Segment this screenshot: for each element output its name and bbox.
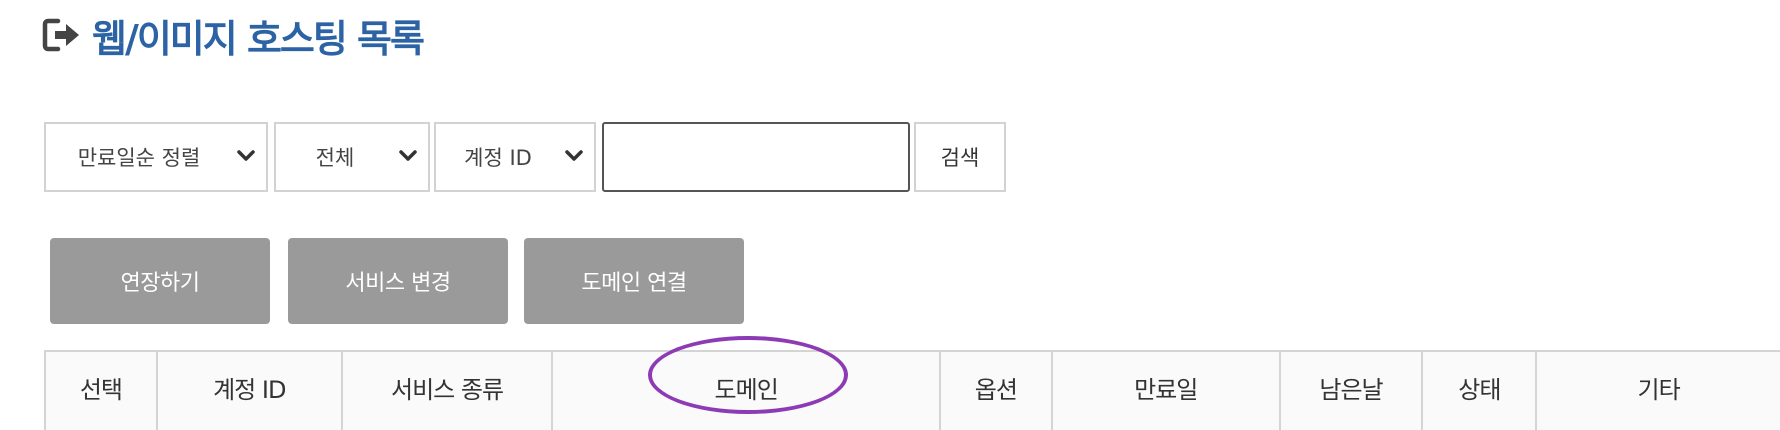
extend-button[interactable]: 연장하기 xyxy=(50,238,270,324)
column-header-select[interactable]: 선택 xyxy=(46,352,158,430)
chevron-down-icon xyxy=(237,150,255,161)
column-header-option[interactable]: 옵션 xyxy=(941,352,1053,430)
change-service-button[interactable]: 서비스 변경 xyxy=(288,238,508,324)
column-header-expiry-date[interactable]: 만료일 xyxy=(1053,352,1281,430)
type-select[interactable]: 전체 xyxy=(274,122,430,192)
column-header-account-id[interactable]: 계정 ID xyxy=(158,352,343,430)
column-header-days-left[interactable]: 남은날 xyxy=(1281,352,1424,430)
page-title: 웹/이미지 호스팅 목록 xyxy=(42,10,425,61)
column-header-service-type[interactable]: 서비스 종류 xyxy=(343,352,554,430)
sort-select-value: 만료일순 정렬 xyxy=(77,146,201,170)
type-select-value: 전체 xyxy=(315,146,355,170)
search-field-select[interactable]: 계정 ID xyxy=(434,122,596,192)
chevron-down-icon xyxy=(399,150,417,161)
column-header-etc[interactable]: 기타 xyxy=(1537,352,1780,430)
page-title-text: 웹/이미지 호스팅 목록 xyxy=(92,16,425,61)
column-header-domain[interactable]: 도메인 xyxy=(553,352,941,430)
search-button[interactable]: 검색 xyxy=(914,122,1006,192)
sort-select[interactable]: 만료일순 정렬 xyxy=(44,122,268,192)
search-input[interactable] xyxy=(602,122,910,192)
table-header: 선택 계정 ID 서비스 종류 도메인 옵션 만료일 남은날 상태 기타 xyxy=(44,350,1780,430)
sign-out-icon xyxy=(42,18,79,52)
column-header-status[interactable]: 상태 xyxy=(1423,352,1538,430)
chevron-down-icon xyxy=(565,150,583,161)
connect-domain-button[interactable]: 도메인 연결 xyxy=(524,238,744,324)
search-field-select-value: 계정 ID xyxy=(464,146,532,170)
